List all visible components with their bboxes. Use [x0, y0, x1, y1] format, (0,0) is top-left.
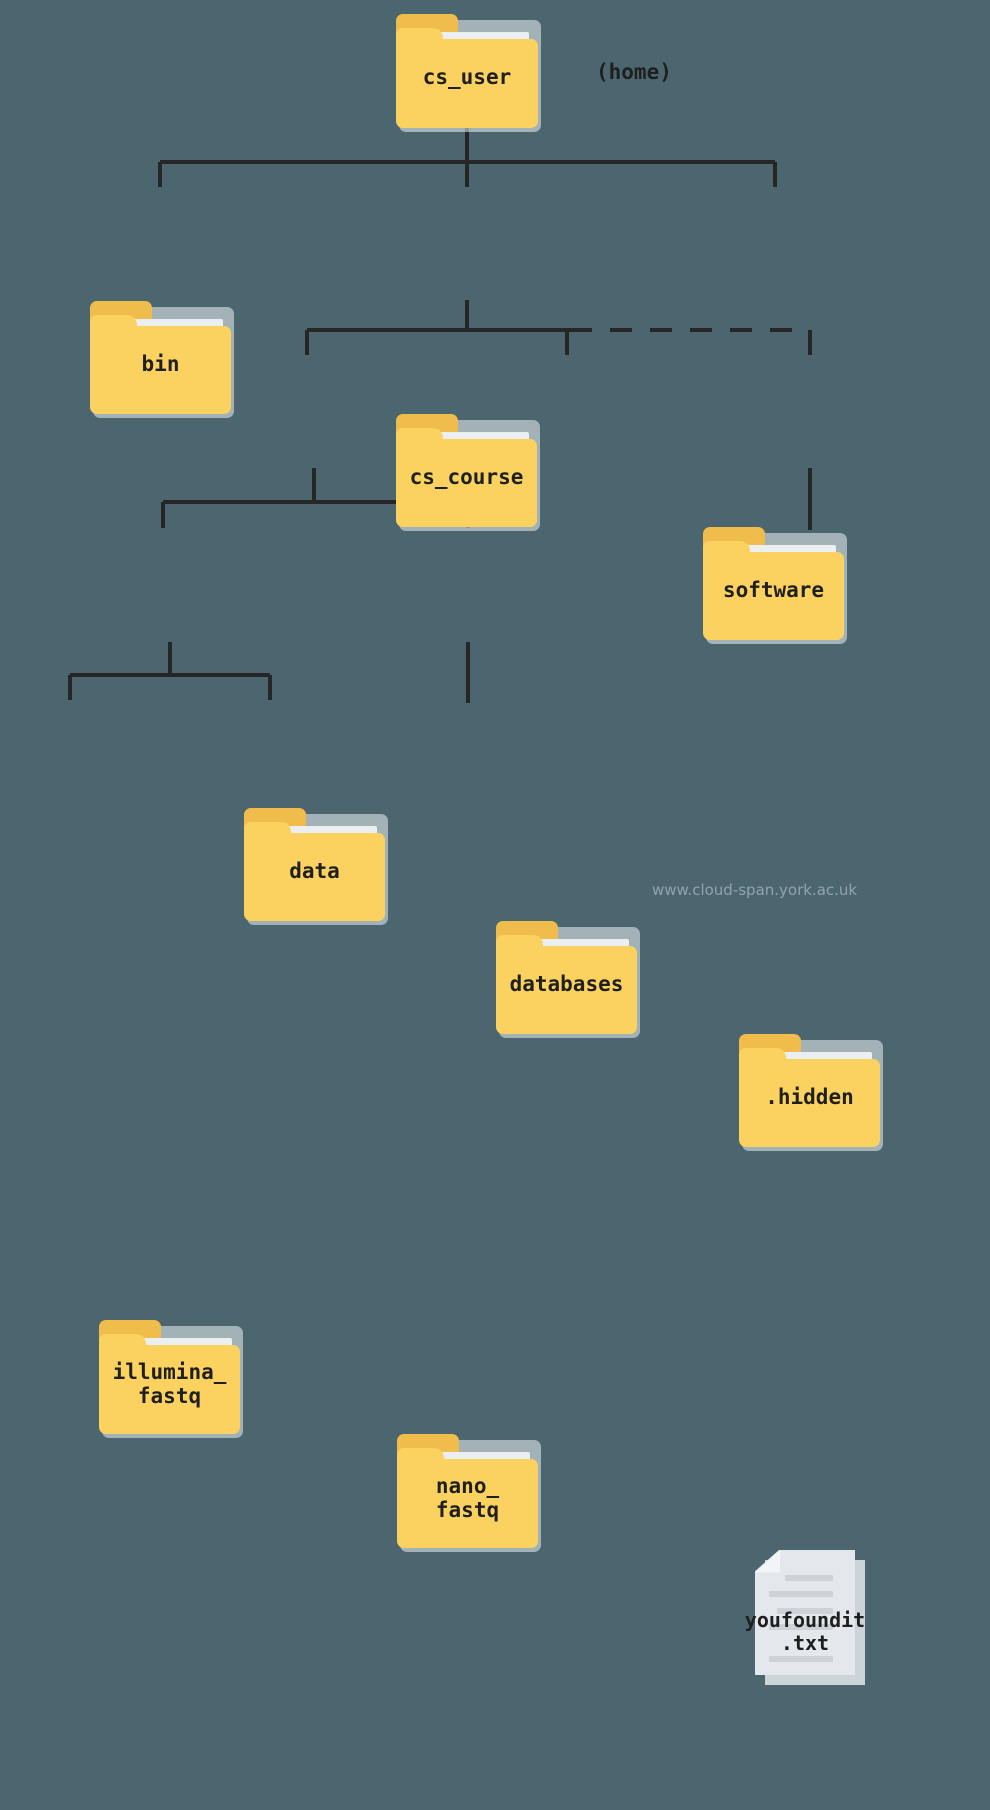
footer-watermark: www.cloud-span.york.ac.uk — [652, 881, 858, 899]
file-text-line — [769, 1656, 833, 1663]
folder-label: cs_user — [422, 65, 512, 90]
directory-tree-diagram: cs_user (home) bin cs_course software da… — [0, 0, 990, 1685]
home-annotation: (home) — [596, 60, 672, 84]
folder-illumina-fastq[interactable]: illumina_ fastq — [99, 1320, 243, 1438]
folder-nano-fastq[interactable]: nano_ fastq — [397, 1434, 541, 1552]
folder-bin[interactable]: bin — [90, 301, 234, 418]
folder-label: bin — [141, 351, 180, 376]
folder-software[interactable]: software — [703, 527, 847, 644]
folder-cs_course[interactable]: cs_course — [396, 414, 540, 531]
file-label: youfoundit .txt — [744, 1607, 866, 1656]
folder-databases[interactable]: databases — [496, 921, 640, 1038]
folder-data[interactable]: data — [244, 808, 388, 925]
folder-hidden[interactable]: .hidden — [739, 1034, 883, 1151]
file-youfoundit-txt[interactable]: youfoundit .txt — [745, 1550, 865, 1685]
folder-label: software — [722, 577, 825, 602]
file-text-line — [769, 1591, 833, 1598]
folder-label: cs_course — [409, 464, 524, 489]
folder-label: databases — [509, 971, 624, 996]
folder-label: data — [289, 858, 340, 883]
file-fold-corner — [755, 1550, 780, 1573]
folder-label: nano_ fastq — [435, 1474, 500, 1522]
file-text-line — [785, 1575, 833, 1581]
folder-label: .hidden — [765, 1084, 854, 1109]
folder-cs_user[interactable]: cs_user — [396, 14, 541, 132]
folder-label: illumina_ fastq — [112, 1360, 227, 1408]
